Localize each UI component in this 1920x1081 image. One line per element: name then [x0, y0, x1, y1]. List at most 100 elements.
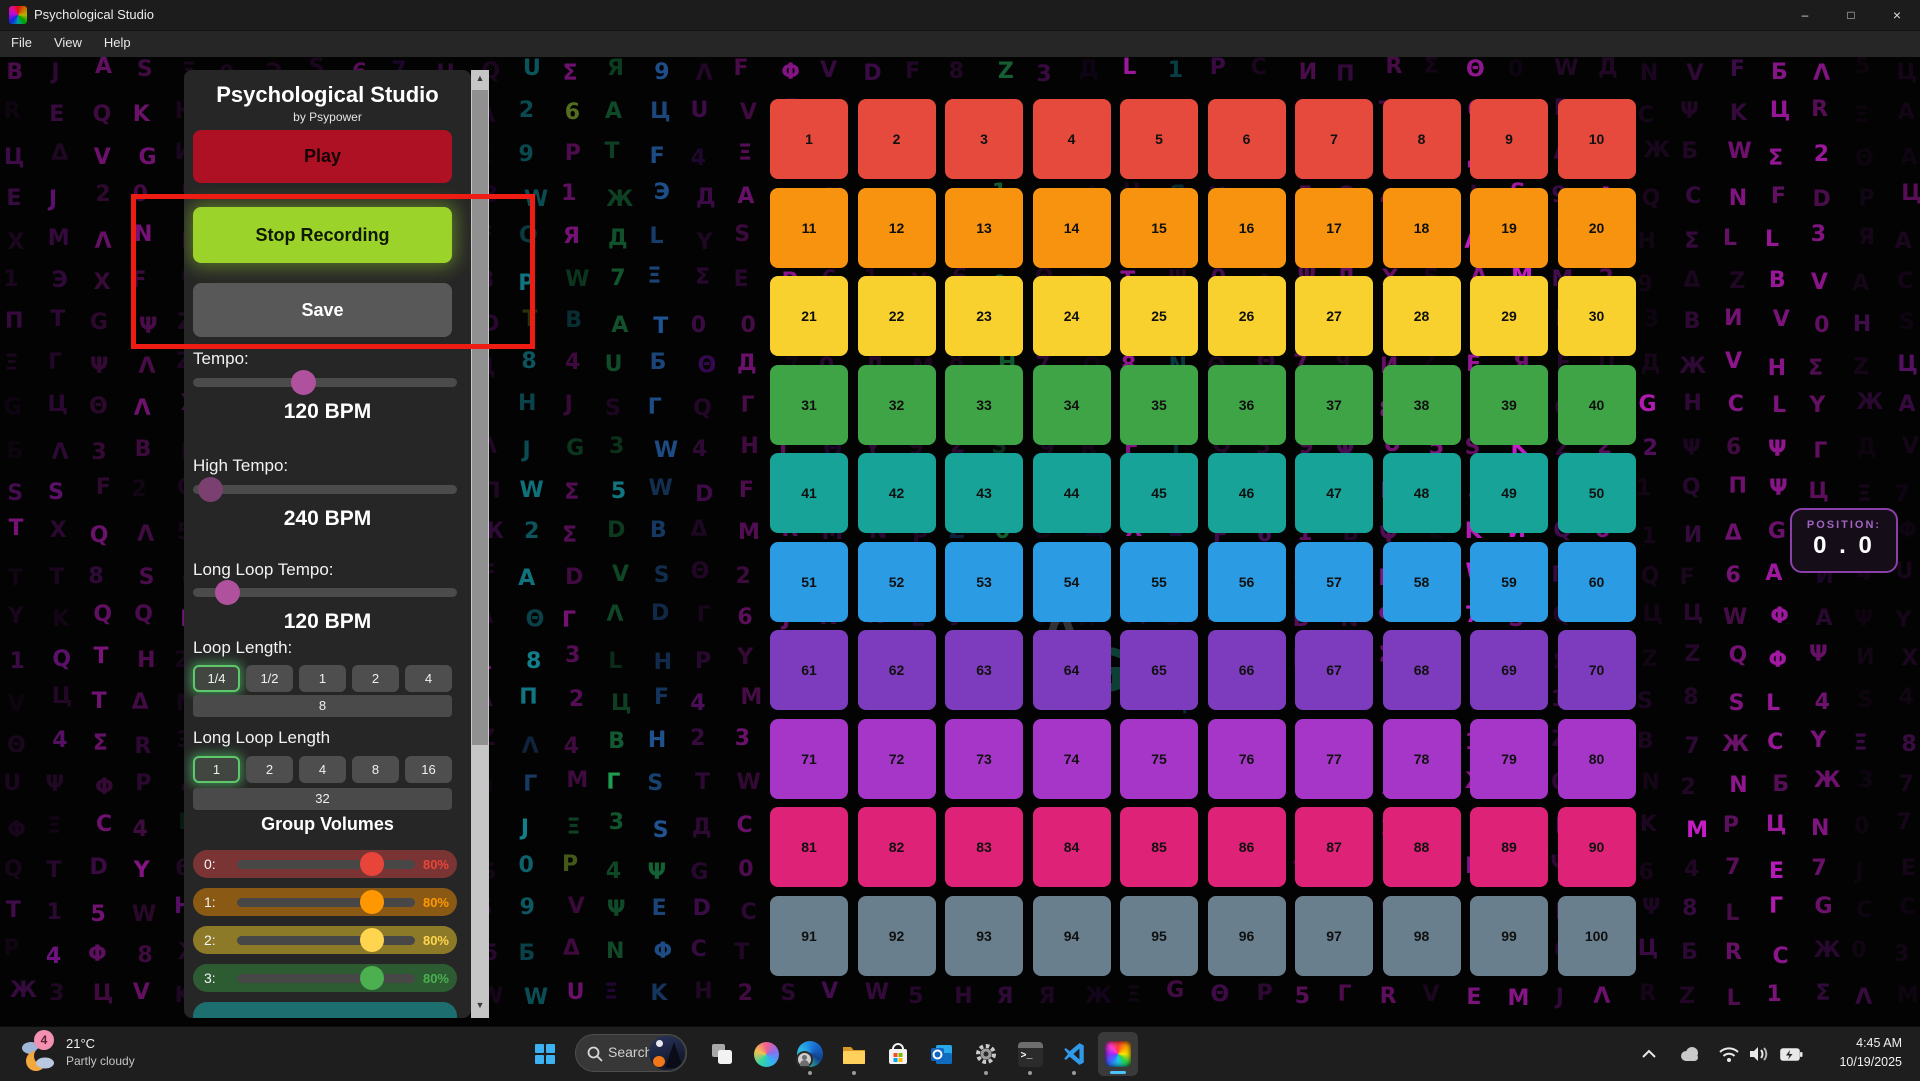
grid-cell-47[interactable]: 47 — [1295, 453, 1373, 533]
long-loop-length-option-0[interactable]: 1 — [193, 756, 240, 783]
long-loop-length-option-32[interactable]: 32 — [193, 788, 452, 810]
grid-cell-100[interactable]: 100 — [1558, 896, 1636, 976]
loop-length-option-3[interactable]: 2 — [352, 665, 399, 692]
grid-cell-79[interactable]: 79 — [1470, 719, 1548, 799]
wifi-icon[interactable] — [1717, 1044, 1741, 1064]
grid-cell-39[interactable]: 39 — [1470, 365, 1548, 445]
long-loop-length-option-2[interactable]: 4 — [299, 756, 346, 783]
grid-cell-25[interactable]: 25 — [1120, 276, 1198, 356]
group-volume-thumb-3[interactable] — [360, 966, 384, 990]
menu-item-view[interactable]: View — [43, 31, 93, 54]
grid-cell-41[interactable]: 41 — [770, 453, 848, 533]
grid-cell-53[interactable]: 53 — [945, 542, 1023, 622]
grid-cell-18[interactable]: 18 — [1383, 188, 1461, 268]
grid-cell-67[interactable]: 67 — [1295, 630, 1373, 710]
grid-cell-13[interactable]: 13 — [945, 188, 1023, 268]
grid-cell-76[interactable]: 76 — [1208, 719, 1286, 799]
group-volume-thumb-2[interactable] — [360, 928, 384, 952]
grid-cell-52[interactable]: 52 — [858, 542, 936, 622]
loop-length-option-8[interactable]: 8 — [193, 695, 452, 717]
grid-cell-89[interactable]: 89 — [1470, 807, 1548, 887]
grid-cell-73[interactable]: 73 — [945, 719, 1023, 799]
grid-cell-2[interactable]: 2 — [858, 99, 936, 179]
long-loop-length-option-1[interactable]: 2 — [246, 756, 293, 783]
grid-cell-92[interactable]: 92 — [858, 896, 936, 976]
grid-cell-10[interactable]: 10 — [1558, 99, 1636, 179]
search-highlight-image[interactable] — [649, 1036, 685, 1070]
tray-chevron-up-icon[interactable] — [1638, 1044, 1660, 1064]
microsoft-store-button[interactable] — [878, 1032, 918, 1076]
search-box[interactable]: Search — [575, 1034, 687, 1072]
grid-cell-33[interactable]: 33 — [945, 365, 1023, 445]
grid-cell-34[interactable]: 34 — [1033, 365, 1111, 445]
copilot-button[interactable] — [746, 1032, 786, 1076]
onedrive-cloud-icon[interactable] — [1677, 1044, 1703, 1064]
grid-cell-83[interactable]: 83 — [945, 807, 1023, 887]
grid-cell-30[interactable]: 30 — [1558, 276, 1636, 356]
tray-clock[interactable]: 4:45 AM 10/19/2025 — [1806, 1034, 1902, 1073]
grid-cell-94[interactable]: 94 — [1033, 896, 1111, 976]
grid-cell-56[interactable]: 56 — [1208, 542, 1286, 622]
grid-cell-35[interactable]: 35 — [1120, 365, 1198, 445]
scrollbar-up-arrow[interactable]: ▲ — [471, 73, 489, 83]
grid-cell-85[interactable]: 85 — [1120, 807, 1198, 887]
grid-cell-72[interactable]: 72 — [858, 719, 936, 799]
scrollbar-down-arrow[interactable]: ▼ — [471, 1000, 489, 1010]
grid-cell-36[interactable]: 36 — [1208, 365, 1286, 445]
long-loop-length-option-3[interactable]: 8 — [352, 756, 399, 783]
grid-cell-23[interactable]: 23 — [945, 276, 1023, 356]
grid-cell-62[interactable]: 62 — [858, 630, 936, 710]
grid-cell-48[interactable]: 48 — [1383, 453, 1461, 533]
grid-cell-93[interactable]: 93 — [945, 896, 1023, 976]
long-loop-tempo-slider-thumb[interactable] — [215, 580, 240, 605]
grid-cell-9[interactable]: 9 — [1470, 99, 1548, 179]
grid-cell-70[interactable]: 70 — [1558, 630, 1636, 710]
grid-cell-12[interactable]: 12 — [858, 188, 936, 268]
grid-cell-11[interactable]: 11 — [770, 188, 848, 268]
grid-cell-20[interactable]: 20 — [1558, 188, 1636, 268]
file-explorer-button[interactable] — [834, 1032, 874, 1076]
long-loop-length-option-4[interactable]: 16 — [405, 756, 452, 783]
play-button[interactable]: Play — [193, 130, 452, 183]
grid-cell-28[interactable]: 28 — [1383, 276, 1461, 356]
grid-cell-59[interactable]: 59 — [1470, 542, 1548, 622]
grid-cell-87[interactable]: 87 — [1295, 807, 1373, 887]
high-tempo-slider-thumb[interactable] — [198, 477, 223, 502]
grid-cell-81[interactable]: 81 — [770, 807, 848, 887]
group-volume-thumb-0[interactable] — [360, 852, 384, 876]
grid-cell-26[interactable]: 26 — [1208, 276, 1286, 356]
grid-cell-17[interactable]: 17 — [1295, 188, 1373, 268]
edge-button[interactable] — [790, 1032, 830, 1076]
grid-cell-1[interactable]: 1 — [770, 99, 848, 179]
group-volume-slider-1[interactable] — [237, 898, 415, 907]
weather-widget[interactable]: 4 21°C Partly cloudy — [10, 1033, 200, 1077]
grid-cell-69[interactable]: 69 — [1470, 630, 1548, 710]
grid-cell-71[interactable]: 71 — [770, 719, 848, 799]
grid-cell-37[interactable]: 37 — [1295, 365, 1373, 445]
loop-length-option-0[interactable]: 1/4 — [193, 665, 240, 692]
grid-cell-31[interactable]: 31 — [770, 365, 848, 445]
menu-item-file[interactable]: File — [0, 31, 43, 54]
group-volume-thumb-1[interactable] — [360, 890, 384, 914]
grid-cell-24[interactable]: 24 — [1033, 276, 1111, 356]
grid-cell-54[interactable]: 54 — [1033, 542, 1111, 622]
settings-button[interactable] — [966, 1032, 1006, 1076]
grid-cell-78[interactable]: 78 — [1383, 719, 1461, 799]
grid-cell-82[interactable]: 82 — [858, 807, 936, 887]
grid-cell-75[interactable]: 75 — [1120, 719, 1198, 799]
grid-cell-88[interactable]: 88 — [1383, 807, 1461, 887]
grid-cell-77[interactable]: 77 — [1295, 719, 1373, 799]
minimize-button[interactable]: – — [1782, 0, 1828, 30]
start-button[interactable] — [525, 1032, 565, 1076]
grid-cell-46[interactable]: 46 — [1208, 453, 1286, 533]
grid-cell-49[interactable]: 49 — [1470, 453, 1548, 533]
grid-cell-5[interactable]: 5 — [1120, 99, 1198, 179]
grid-cell-58[interactable]: 58 — [1383, 542, 1461, 622]
grid-cell-22[interactable]: 22 — [858, 276, 936, 356]
grid-cell-61[interactable]: 61 — [770, 630, 848, 710]
grid-cell-99[interactable]: 99 — [1470, 896, 1548, 976]
maximize-button[interactable]: □ — [1828, 0, 1874, 30]
menu-item-help[interactable]: Help — [93, 31, 142, 54]
grid-cell-50[interactable]: 50 — [1558, 453, 1636, 533]
outlook-button[interactable] — [922, 1032, 962, 1076]
